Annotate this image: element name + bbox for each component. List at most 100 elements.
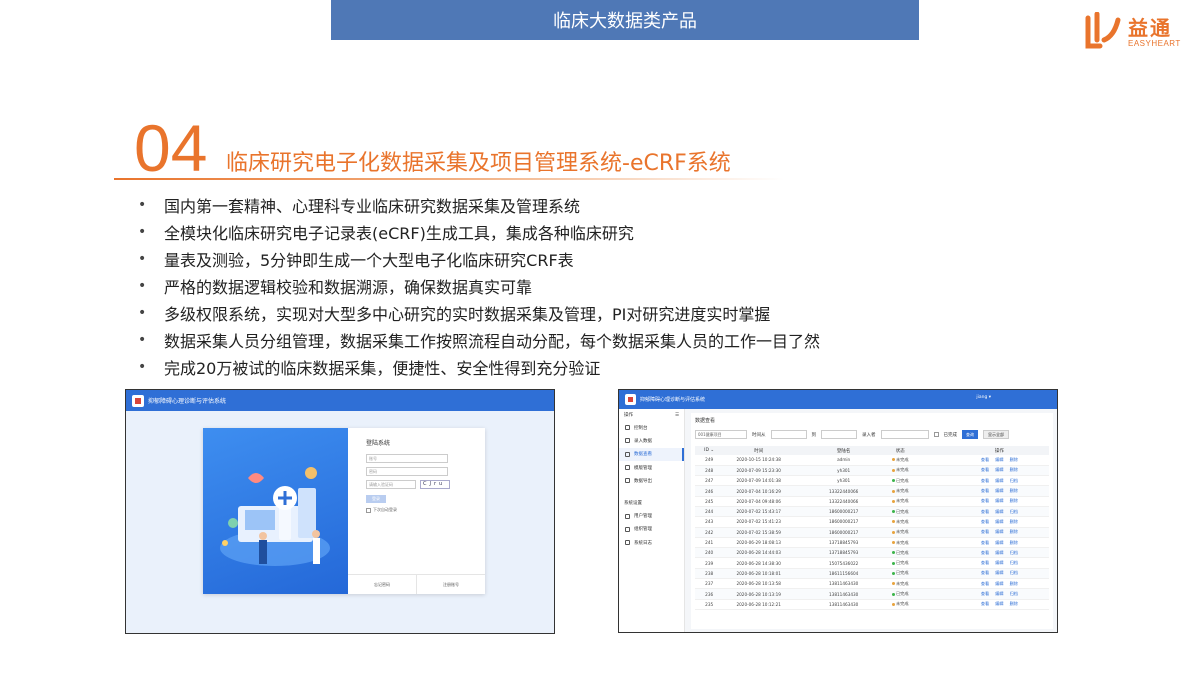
- edit-action[interactable]: 编辑: [995, 601, 1003, 606]
- register-link[interactable]: 注册账号: [416, 575, 485, 594]
- time-to-input[interactable]: [821, 430, 857, 439]
- cell-login: yh301: [815, 475, 872, 487]
- view-action[interactable]: 查看: [981, 509, 989, 514]
- row-extra-action[interactable]: 删除: [1010, 488, 1018, 493]
- view-action[interactable]: 查看: [981, 498, 989, 503]
- status-text: 已完成: [895, 570, 909, 576]
- view-action[interactable]: 查看: [981, 570, 989, 575]
- captcha-field[interactable]: 请输入验证码: [366, 480, 416, 489]
- row-extra-action[interactable]: 删除: [1010, 467, 1018, 472]
- cell-login: 13322440066: [815, 496, 872, 507]
- easyheart-logo-icon: [1085, 12, 1121, 49]
- cell-spacer: [928, 496, 950, 507]
- row-extra-action[interactable]: 删除: [1010, 519, 1018, 524]
- row-extra-action[interactable]: 删除: [1010, 540, 1018, 545]
- collapse-icon[interactable]: ☰: [675, 413, 679, 418]
- view-action[interactable]: 查看: [981, 560, 989, 565]
- edit-action[interactable]: 编辑: [995, 498, 1003, 503]
- cell-time: 2020-07-02 15:38:59: [723, 527, 795, 538]
- edit-action[interactable]: 编辑: [995, 478, 1003, 483]
- row-extra-action[interactable]: 归档: [1010, 478, 1018, 483]
- column-header[interactable]: 状态: [871, 446, 929, 455]
- row-extra-action[interactable]: 删除: [1010, 581, 1018, 586]
- sidebar-item-log[interactable]: 系统日志: [619, 536, 684, 549]
- view-action[interactable]: 查看: [981, 591, 989, 596]
- row-extra-action[interactable]: 归档: [1010, 550, 1018, 555]
- login-button[interactable]: 登录: [366, 495, 386, 503]
- time-to-label: 到: [811, 432, 817, 438]
- row-extra-action[interactable]: 归档: [1010, 570, 1018, 575]
- view-action[interactable]: 查看: [981, 478, 989, 483]
- cell-actions: 查看 编辑 归档: [949, 547, 1049, 559]
- sidebar-item-console[interactable]: 控制台: [619, 421, 684, 434]
- view-action[interactable]: 查看: [981, 529, 989, 534]
- edit-action[interactable]: 编辑: [995, 467, 1003, 472]
- bullet-text: 量表及测验，5分钟即生成一个大型电子化临床研究CRF表: [164, 250, 574, 270]
- view-action[interactable]: 查看: [981, 581, 989, 586]
- cell-time: 2020-10-15 10:24:38: [723, 455, 795, 466]
- cell-spacer: [928, 485, 950, 497]
- time-from-input[interactable]: [770, 430, 807, 439]
- cell-spacer: [794, 588, 816, 600]
- edit-action[interactable]: 编辑: [995, 519, 1003, 524]
- row-extra-action[interactable]: 删除: [1010, 601, 1018, 606]
- row-extra-action[interactable]: 删除: [1010, 529, 1018, 534]
- view-action[interactable]: 查看: [981, 488, 989, 493]
- remember-checkbox[interactable]: [366, 507, 371, 513]
- edit-action[interactable]: 编辑: [995, 529, 1003, 534]
- column-header[interactable]: 时间: [723, 446, 795, 455]
- sidebar-item-org[interactable]: 组织管理: [619, 523, 684, 536]
- forgot-password-link[interactable]: 忘记密码: [348, 575, 416, 594]
- sidebar-item-users[interactable]: 用户管理: [619, 509, 684, 522]
- row-extra-action[interactable]: 删除: [1010, 498, 1018, 503]
- table-row: 243 2020-07-02 15:41:23 18600000217 未完成 查看 编辑…: [695, 516, 1049, 528]
- view-action[interactable]: 查看: [981, 467, 989, 472]
- status-text: 已完成: [895, 508, 909, 514]
- edit-action[interactable]: 编辑: [995, 457, 1003, 462]
- completed-checkbox[interactable]: [933, 432, 939, 437]
- view-action[interactable]: 查看: [981, 457, 989, 462]
- cell-id: 239: [695, 557, 724, 569]
- section-title: 临床研究电子化数据采集及项目管理系统-eCRF系统: [226, 151, 731, 176]
- captcha-image[interactable]: CJru: [420, 480, 450, 489]
- slide: 临床大数据类产品 益通 EASYHEART 04 临床研究电子化数据采集及项目管…: [0, 0, 1200, 675]
- edit-action[interactable]: 编辑: [995, 570, 1003, 575]
- cell-status: 未完成: [871, 496, 929, 507]
- entrant-input[interactable]: [880, 430, 929, 439]
- sidebar-item-template[interactable]: 模版管理: [619, 461, 684, 474]
- row-extra-action[interactable]: 归档: [1010, 560, 1018, 565]
- edit-action[interactable]: 编辑: [995, 550, 1003, 555]
- row-extra-action[interactable]: 归档: [1010, 591, 1018, 596]
- query-button[interactable]: 查询: [962, 430, 978, 439]
- cell-status: 已完成: [871, 568, 929, 580]
- view-action[interactable]: 查看: [981, 550, 989, 555]
- user-menu[interactable]: jiang ▾: [976, 395, 991, 400]
- remember-label: 下次自动登录: [373, 507, 397, 512]
- edit-action[interactable]: 编辑: [995, 560, 1003, 565]
- sidebar-item-export[interactable]: 数据导出: [619, 474, 684, 487]
- remember-me[interactable]: 下次自动登录: [366, 507, 397, 513]
- project-select[interactable]: 001健康项目: [695, 430, 747, 439]
- view-action[interactable]: 查看: [981, 519, 989, 524]
- edit-action[interactable]: 编辑: [995, 591, 1003, 596]
- sidebar-item-view[interactable]: 数据查看: [619, 447, 684, 461]
- cell-spacer: [794, 465, 816, 477]
- row-extra-action[interactable]: 删除: [1010, 457, 1018, 462]
- edit-action[interactable]: 编辑: [995, 488, 1003, 493]
- cell-status: 未完成: [871, 485, 929, 497]
- column-header[interactable]: 登陆名: [815, 446, 872, 455]
- username-field[interactable]: 账号: [366, 454, 448, 463]
- cell-id: 236: [695, 588, 724, 600]
- view-action[interactable]: 查看: [981, 540, 989, 545]
- table-row: 249 2020-10-15 10:24:38 admin 未完成 查看 编辑 删除: [695, 455, 1049, 466]
- column-header[interactable]: ID ⌄: [695, 446, 724, 455]
- edit-action[interactable]: 编辑: [995, 540, 1003, 545]
- edit-action[interactable]: 编辑: [995, 509, 1003, 514]
- show-all-button[interactable]: 显示全部: [983, 430, 1009, 439]
- edit-action[interactable]: 编辑: [995, 581, 1003, 586]
- cell-time: 2020-06-28 10:13:58: [723, 578, 795, 590]
- view-action[interactable]: 查看: [981, 601, 989, 606]
- password-field[interactable]: 密码: [366, 467, 448, 476]
- sidebar-item-entry[interactable]: 录入数据: [619, 434, 684, 447]
- row-extra-action[interactable]: 归档: [1010, 509, 1018, 514]
